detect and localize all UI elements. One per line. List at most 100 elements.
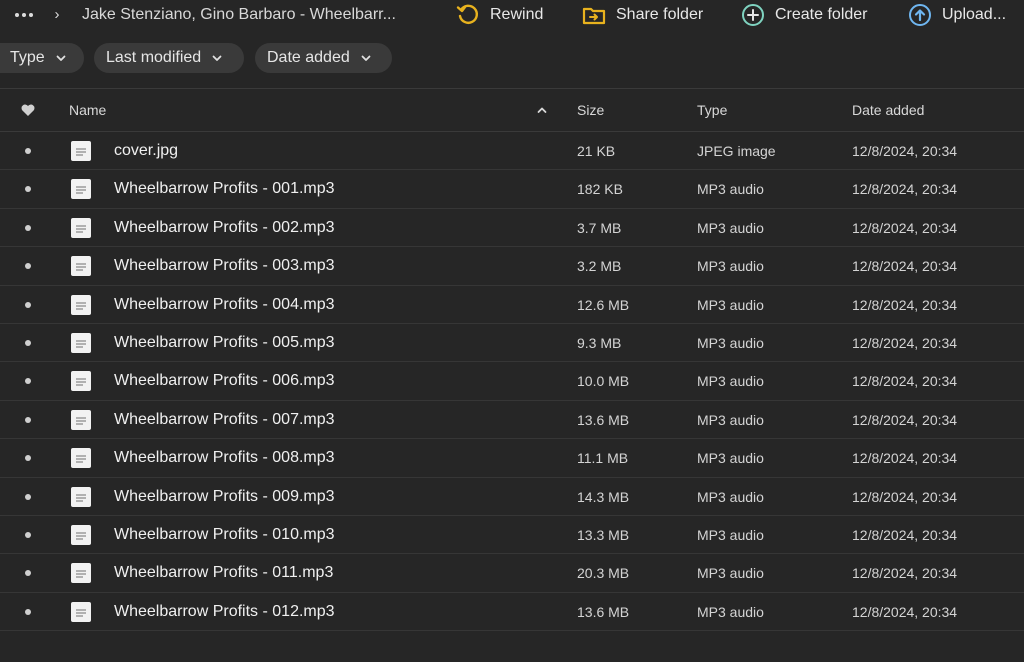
file-size: 3.7 MB <box>577 219 622 236</box>
file-type: MP3 audio <box>697 181 764 198</box>
file-date-added: 12/8/2024, 20:34 <box>852 411 958 428</box>
create-folder-label: Create folder <box>775 6 868 23</box>
file-icon <box>71 141 91 161</box>
table-row[interactable]: Wheelbarrow Profits - 003.mp3 3.2 MB MP3… <box>0 247 1024 286</box>
file-size: 21 KB <box>577 143 616 159</box>
file-browser: › Jake Stenziano, Gino Barbaro - Wheelba… <box>0 0 1024 662</box>
type-filter-label: Type <box>10 49 45 66</box>
file-name: Wheelbarrow Profits - 009.mp3 <box>114 487 335 505</box>
file-size: 20.3 MB <box>577 565 630 582</box>
row-bullet <box>25 186 31 193</box>
table-row[interactable]: Wheelbarrow Profits - 002.mp3 3.7 MB MP3… <box>0 209 1024 248</box>
table-row[interactable]: Wheelbarrow Profits - 008.mp3 11.1 MB MP… <box>0 439 1024 478</box>
file-date-added: 12/8/2024, 20:34 <box>852 526 958 543</box>
file-name: Wheelbarrow Profits - 007.mp3 <box>114 410 335 428</box>
share-folder-label: Share folder <box>616 6 704 23</box>
file-type: MP3 audio <box>697 334 764 351</box>
file-size: 13.6 MB <box>577 603 630 620</box>
file-name: Wheelbarrow Profits - 001.mp3 <box>114 180 335 198</box>
breadcrumb[interactable]: Jake Stenziano, Gino Barbaro - Wheelbarr… <box>82 4 412 26</box>
file-icon <box>71 371 91 392</box>
chevron-down-icon <box>361 55 371 61</box>
file-icon <box>71 332 91 353</box>
file-date-added: 12/8/2024, 20:34 <box>852 181 958 198</box>
create-folder-button[interactable]: Create folder <box>741 2 868 28</box>
file-name: cover.jpg <box>114 142 179 159</box>
rewind-button[interactable]: Rewind <box>456 2 543 28</box>
table-row[interactable]: Wheelbarrow Profits - 005.mp3 9.3 MB MP3… <box>0 324 1024 363</box>
file-name: Wheelbarrow Profits - 003.mp3 <box>114 257 335 275</box>
file-type: MP3 audio <box>697 488 764 505</box>
heart-icon[interactable] <box>20 102 36 118</box>
file-type: MP3 audio <box>697 296 764 313</box>
file-size: 13.6 MB <box>577 411 630 428</box>
date-added-filter-chip[interactable]: Date added <box>255 43 392 73</box>
plus-circle-icon <box>742 4 764 26</box>
rewind-icon <box>456 4 478 24</box>
row-bullet <box>25 493 31 500</box>
file-date-added: 12/8/2024, 20:34 <box>852 334 958 351</box>
chevron-down-icon <box>212 55 222 61</box>
column-header-type[interactable]: Type <box>697 89 727 132</box>
file-name: Wheelbarrow Profits - 002.mp3 <box>114 218 335 236</box>
file-icon <box>71 179 91 200</box>
row-bullet <box>25 148 31 154</box>
file-icon <box>71 448 91 469</box>
last-modified-filter-chip[interactable]: Last modified <box>94 43 244 73</box>
file-size: 10.0 MB <box>577 373 630 390</box>
column-header-date-added[interactable]: Date added <box>852 89 924 132</box>
table-row[interactable]: Wheelbarrow Profits - 001.mp3 182 KB MP3… <box>0 170 1024 209</box>
column-header-size[interactable]: Size <box>577 89 604 132</box>
table-row[interactable]: Wheelbarrow Profits - 006.mp3 10.0 MB MP… <box>0 362 1024 401</box>
upload-circle-icon <box>909 4 931 26</box>
file-size: 12.6 MB <box>577 296 630 313</box>
file-icon <box>71 524 91 545</box>
row-bullet <box>25 608 31 615</box>
file-name: Wheelbarrow Profits - 010.mp3 <box>114 525 335 543</box>
more-options-icon[interactable] <box>10 6 38 24</box>
file-name: Wheelbarrow Profits - 008.mp3 <box>114 449 335 467</box>
table-row[interactable]: cover.jpg 21 KB JPEG image 12/8/2024, 20… <box>0 132 1024 171</box>
file-icon <box>71 563 91 584</box>
share-folder-button[interactable]: Share folder <box>582 2 703 28</box>
row-bullet <box>25 224 31 231</box>
type-filter-chip[interactable]: Type <box>0 43 84 73</box>
file-size: 9.3 MB <box>577 334 622 351</box>
file-date-added: 12/8/2024, 20:34 <box>852 488 958 505</box>
table-row[interactable]: Wheelbarrow Profits - 011.mp3 20.3 MB MP… <box>0 554 1024 593</box>
file-table: Name Size Type Date added cover.jpg 21 K… <box>0 88 1024 632</box>
file-type: MP3 audio <box>697 219 764 236</box>
file-size: 13.3 MB <box>577 526 630 543</box>
file-type: MP3 audio <box>697 450 764 467</box>
table-row[interactable]: Wheelbarrow Profits - 007.mp3 13.6 MB MP… <box>0 401 1024 440</box>
file-type: MP3 audio <box>697 565 764 582</box>
row-bullet <box>25 378 31 385</box>
file-icon <box>71 486 91 507</box>
file-date-added: 12/8/2024, 20:34 <box>852 373 958 390</box>
row-bullet <box>25 339 31 346</box>
row-bullet <box>25 570 31 577</box>
upload-label: Upload... <box>942 6 1007 23</box>
file-type: MP3 audio <box>697 411 764 428</box>
chevron-up-icon[interactable] <box>536 104 548 116</box>
row-bullet <box>25 531 31 538</box>
file-name: Wheelbarrow Profits - 006.mp3 <box>114 372 335 390</box>
date-added-filter-label: Date added <box>267 49 350 66</box>
top-bar: › Jake Stenziano, Gino Barbaro - Wheelba… <box>0 0 1024 30</box>
file-type: JPEG image <box>697 143 776 159</box>
share-folder-icon <box>582 7 606 25</box>
table-row[interactable]: Wheelbarrow Profits - 004.mp3 12.6 MB MP… <box>0 286 1024 324</box>
file-type: MP3 audio <box>697 603 764 620</box>
file-name: Wheelbarrow Profits - 011.mp3 <box>114 564 334 582</box>
upload-button[interactable]: Upload... <box>908 2 1006 28</box>
file-date-added: 12/8/2024, 20:34 <box>852 565 958 582</box>
table-row[interactable]: Wheelbarrow Profits - 010.mp3 13.3 MB MP… <box>0 516 1024 555</box>
table-row[interactable]: Wheelbarrow Profits - 009.mp3 14.3 MB MP… <box>0 478 1024 516</box>
file-type: MP3 audio <box>697 526 764 543</box>
column-header-name[interactable]: Name <box>69 89 106 132</box>
row-bullet <box>25 416 31 423</box>
row-bullet <box>25 301 31 308</box>
file-date-added: 12/8/2024, 20:34 <box>852 143 958 159</box>
table-row[interactable]: Wheelbarrow Profits - 012.mp3 13.6 MB MP… <box>0 593 1024 632</box>
file-icon <box>71 409 91 430</box>
